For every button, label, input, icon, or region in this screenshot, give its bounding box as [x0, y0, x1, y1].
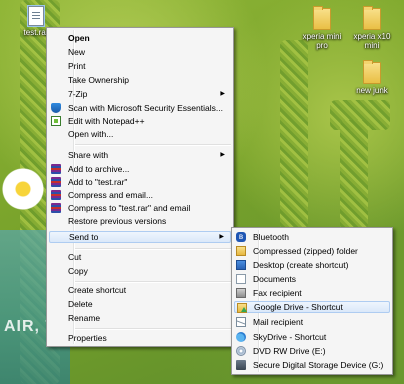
menu-item-create-shortcut[interactable]: Create shortcut: [49, 284, 231, 296]
winrar-icon: [51, 164, 61, 174]
menu-item-open[interactable]: Open: [49, 32, 231, 44]
document-icon: [27, 5, 45, 27]
menu-separator: [75, 328, 231, 330]
mail-icon: [236, 317, 246, 327]
send-to-google-drive[interactable]: Google Drive - Shortcut: [234, 301, 390, 313]
zip-folder-icon: [236, 246, 246, 256]
menu-separator: [75, 281, 231, 283]
menu-item-add-to-archive[interactable]: Add to archive...: [49, 163, 231, 175]
menu-item-scan-security-essentials[interactable]: Scan with Microsoft Security Essentials.…: [49, 102, 231, 114]
send-to-bluetooth[interactable]: ʙ Bluetooth: [234, 231, 390, 243]
desktop-icon-label: test.rar: [23, 28, 49, 37]
menu-item-share-with[interactable]: Share with ▶: [49, 149, 231, 161]
menu-separator: [75, 144, 231, 146]
submenu-arrow-icon: ▶: [219, 234, 224, 240]
send-to-desktop-shortcut[interactable]: Desktop (create shortcut): [234, 259, 390, 271]
menu-item-cut[interactable]: Cut: [49, 251, 231, 263]
fax-icon: [236, 288, 246, 298]
sd-card-icon: [236, 360, 246, 370]
winrar-icon: [51, 177, 61, 187]
menu-item-7zip[interactable]: 7-Zip ▶: [49, 88, 231, 100]
menu-item-rename[interactable]: Rename: [49, 312, 231, 324]
send-to-submenu: ʙ Bluetooth Compressed (zipped) folder De…: [231, 227, 393, 375]
winrar-icon: [51, 190, 61, 200]
desktop-icon-label: new junk: [356, 86, 388, 95]
desktop-icon-xperia-x10-mini[interactable]: xperia x10 mini: [346, 6, 398, 50]
menu-item-compress-and-email[interactable]: Compress and email...: [49, 189, 231, 201]
wallpaper-daisy-flower: [2, 168, 44, 210]
submenu-arrow-icon: ▶: [220, 91, 225, 97]
shield-icon: [51, 103, 61, 113]
menu-item-print[interactable]: Print: [49, 60, 231, 72]
desktop-icon-new-junk[interactable]: new junk: [346, 60, 398, 95]
winrar-icon: [51, 203, 61, 213]
send-to-sd-storage[interactable]: Secure Digital Storage Device (G:): [234, 359, 390, 371]
menu-separator: [75, 248, 231, 250]
folder-icon: [363, 60, 381, 84]
menu-item-take-ownership[interactable]: Take Ownership: [49, 74, 231, 86]
menu-item-open-with[interactable]: Open with...: [49, 128, 231, 140]
folder-icon: [313, 6, 331, 30]
bluetooth-icon: ʙ: [236, 232, 246, 242]
desktop-icon: [236, 260, 246, 270]
google-drive-icon: [237, 303, 247, 313]
send-to-dvd-rw-drive[interactable]: DVD RW Drive (E:): [234, 345, 390, 357]
folder-icon: [363, 6, 381, 30]
notepad-icon: [51, 116, 61, 126]
desktop-icon-label: xperia mini pro: [302, 32, 342, 50]
dvd-drive-icon: [236, 346, 246, 356]
menu-item-add-to-test-rar[interactable]: Add to "test.rar": [49, 176, 231, 188]
menu-item-properties[interactable]: Properties: [49, 332, 231, 344]
menu-item-edit-notepad[interactable]: Edit with Notepad++: [49, 115, 231, 127]
menu-item-send-to[interactable]: Send to ▶: [49, 231, 231, 243]
send-to-mail-recipient[interactable]: Mail recipient: [234, 316, 390, 328]
wallpaper-grass-shape: [280, 40, 308, 230]
send-to-skydrive[interactable]: SkyDrive - Shortcut: [234, 331, 390, 343]
send-to-fax-recipient[interactable]: Fax recipient: [234, 287, 390, 299]
documents-icon: [236, 274, 246, 284]
menu-item-copy[interactable]: Copy: [49, 265, 231, 277]
menu-item-new[interactable]: New: [49, 46, 231, 58]
desktop-icon-label: xperia x10 mini: [353, 32, 391, 50]
context-menu: Open New Print Take Ownership 7-Zip ▶ Sca…: [46, 27, 234, 347]
send-to-documents[interactable]: Documents: [234, 273, 390, 285]
menu-item-delete[interactable]: Delete: [49, 298, 231, 310]
menu-item-compress-to-test-rar-email[interactable]: Compress to "test.rar" and email: [49, 202, 231, 214]
send-to-compressed-folder[interactable]: Compressed (zipped) folder: [234, 245, 390, 257]
menu-item-restore-previous-versions[interactable]: Restore previous versions: [49, 215, 231, 227]
submenu-arrow-icon: ▶: [220, 152, 225, 158]
skydrive-icon: [236, 332, 246, 342]
desktop-icon-xperia-mini-pro[interactable]: xperia mini pro: [296, 6, 348, 50]
wallpaper-grass-shape: [340, 120, 368, 230]
